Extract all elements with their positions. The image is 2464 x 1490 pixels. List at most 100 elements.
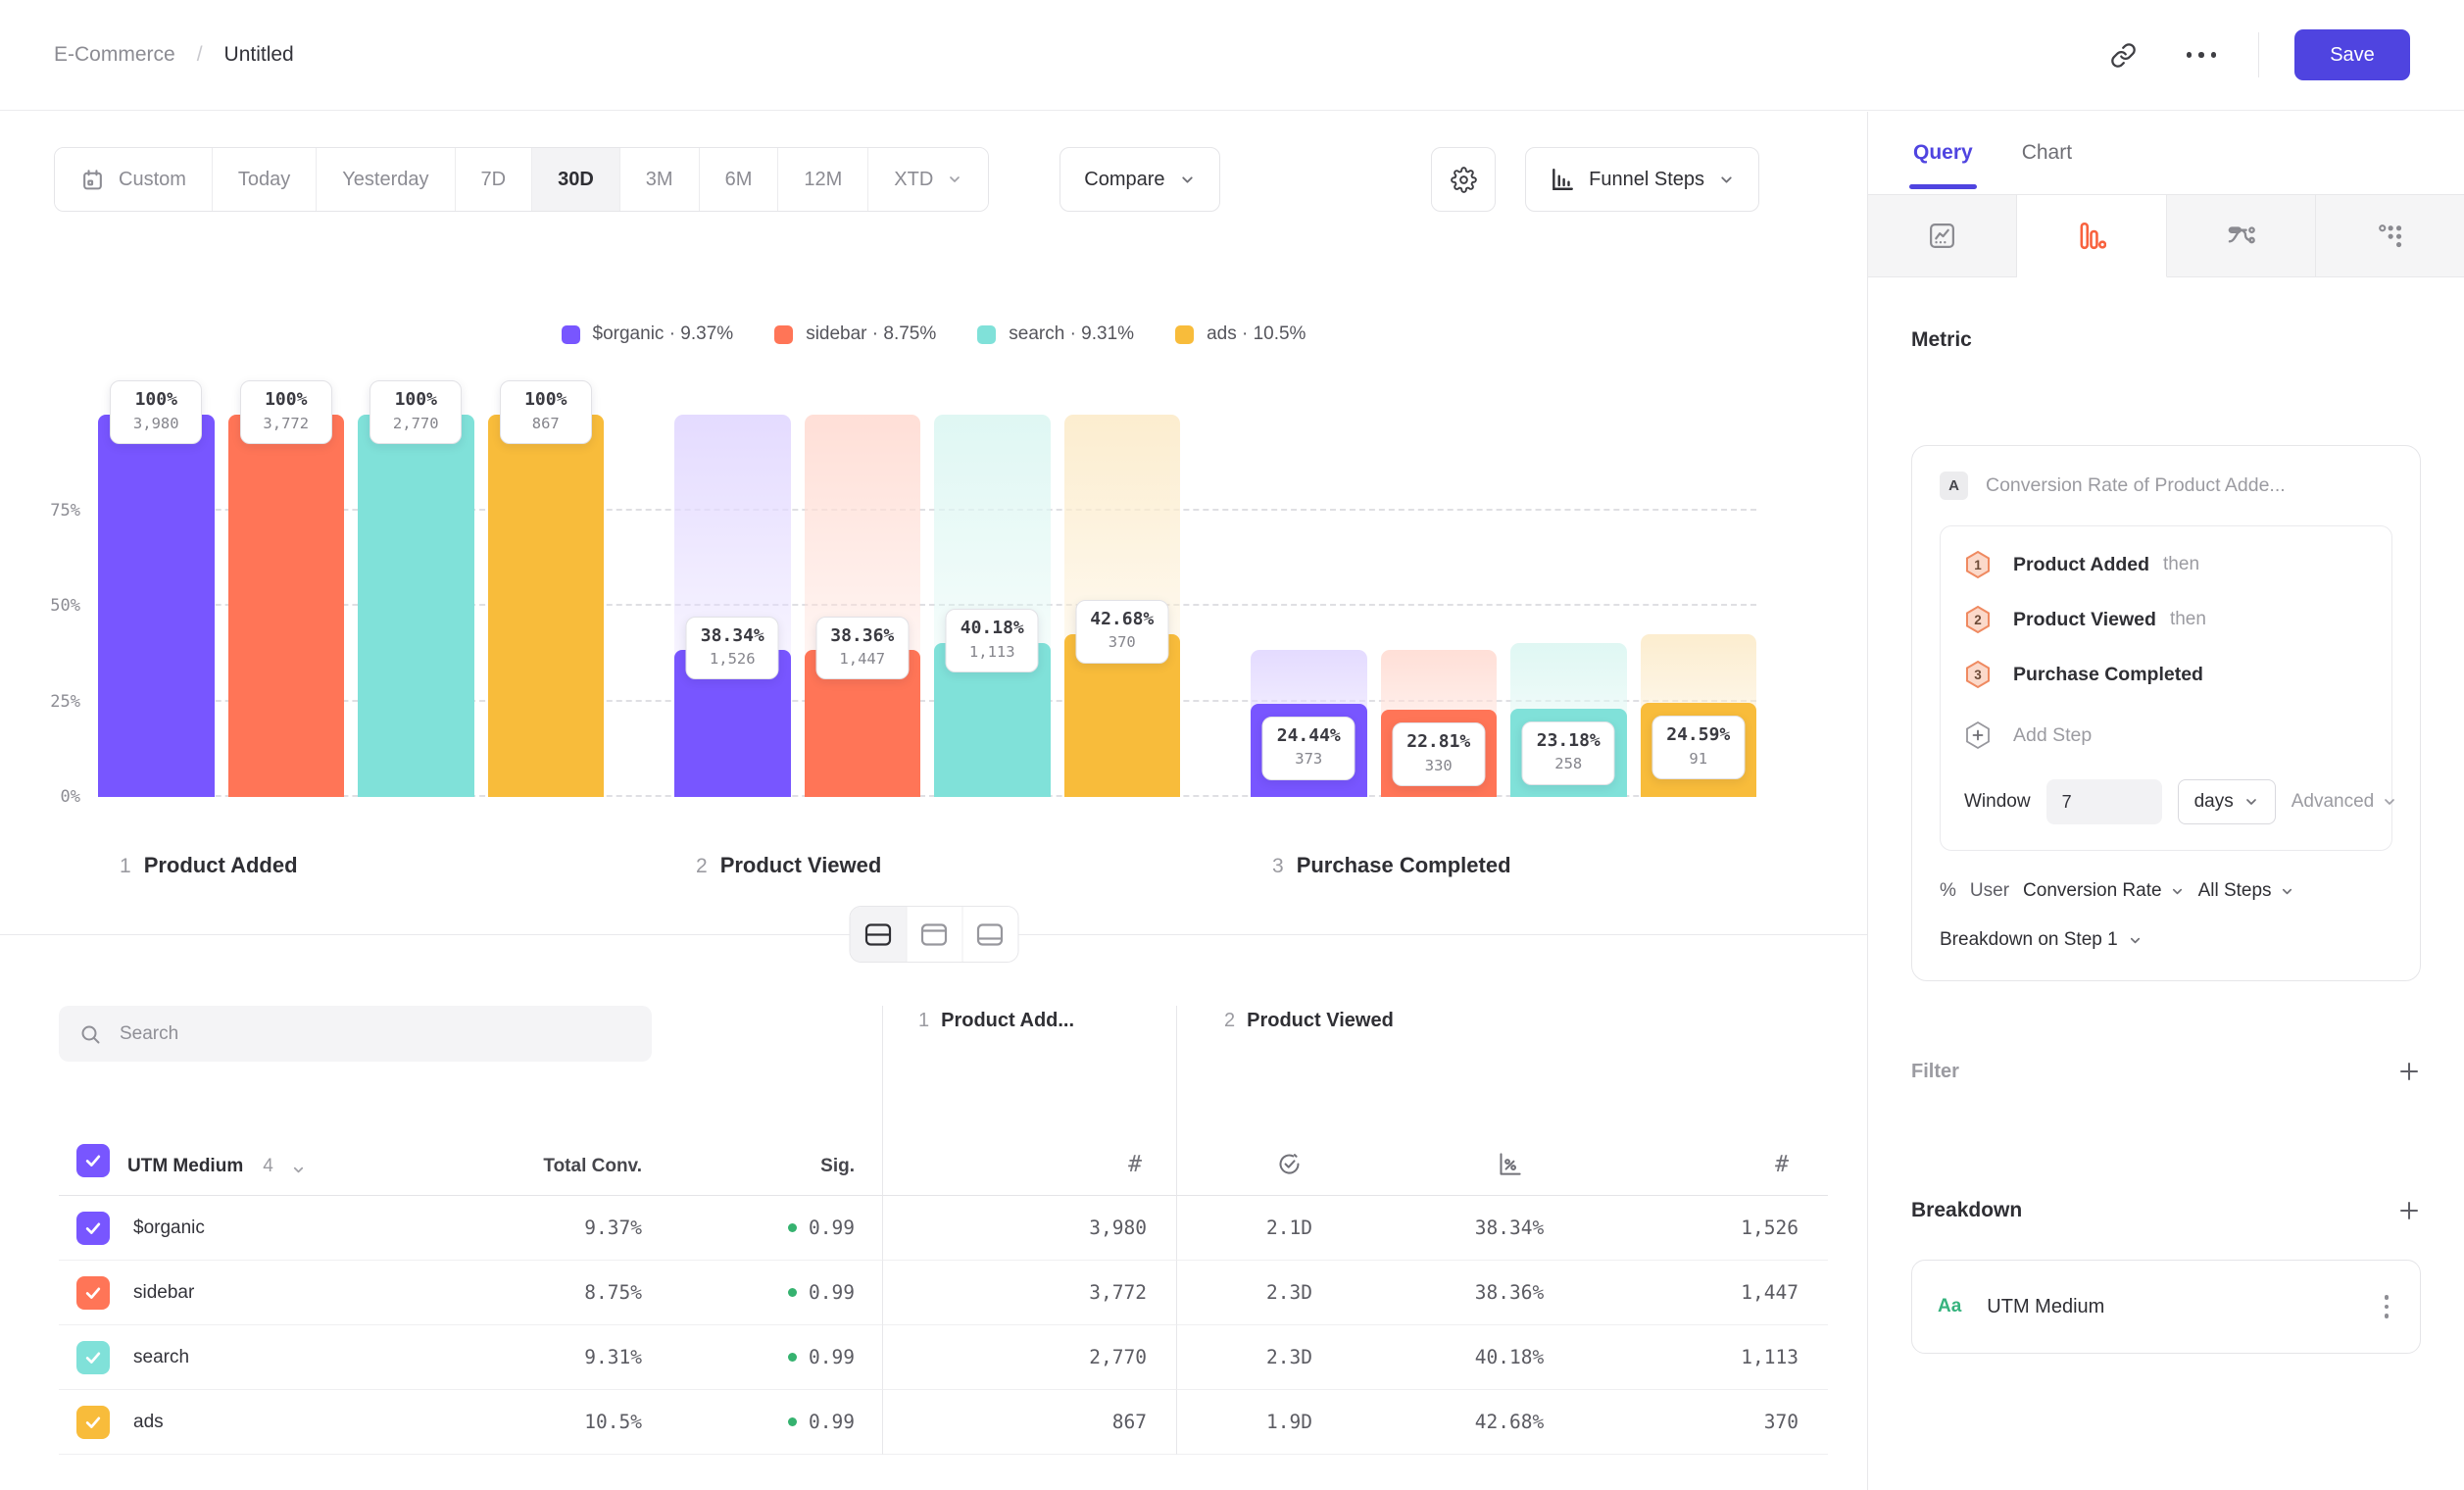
legend-item[interactable]: ads · 10.5% [1175,323,1306,345]
chart-settings-button[interactable] [1431,147,1496,212]
more-menu-button[interactable] [2180,33,2223,76]
gear-icon [1451,167,1477,193]
chart-view-selector[interactable]: Funnel Steps [1525,147,1759,212]
step1-count-header[interactable]: # [882,1078,1176,1196]
legend-item[interactable]: search · 9.31% [977,323,1134,345]
window-unit-select[interactable]: days [2178,779,2276,824]
legend-item[interactable]: sidebar · 8.75% [774,323,936,345]
range-custom[interactable]: Custom [55,148,212,211]
funnels-icon [2076,221,2106,251]
breakdown-column-label[interactable]: UTM Medium [127,1156,243,1177]
funnel-bar-search[interactable]: 100% 2,770 [358,415,474,797]
y-axis-tick: 50% [50,596,80,616]
segment-name[interactable]: search [133,1347,189,1368]
range-12m[interactable]: 12M [777,148,867,211]
bar-percent: 100% [384,389,447,412]
significance-value: 0.99 [676,1196,882,1261]
metric-title-row[interactable]: A Conversion Rate of Product Adde... [1940,472,2392,500]
step-row-3[interactable]: 3 Purchase Completed [1964,660,2368,689]
chevron-down-icon [2382,794,2397,810]
tab-flows[interactable] [2167,195,2316,277]
metric-type-label: Conversion Rate [2023,880,2162,902]
breadcrumb-board[interactable]: E-Commerce [54,43,175,67]
select-all-checkbox[interactable] [76,1144,110,1177]
total-conv-header[interactable]: Total Conv. [480,1078,676,1196]
step2-rate-header[interactable] [1402,1078,1617,1196]
chevron-down-icon [1179,172,1196,188]
legend-item[interactable]: $organic · 9.37% [562,323,734,345]
layout-chart-only-button[interactable] [906,907,961,962]
row-checkbox[interactable] [76,1406,110,1439]
bar-fill [228,415,345,797]
report-title[interactable]: Untitled [224,43,294,67]
add-step-button[interactable]: Add Step [1964,720,2368,750]
funnel-bar-search[interactable]: 23.18% 258 [1510,415,1627,797]
item-menu-button[interactable] [2379,1289,2395,1324]
range-yesterday[interactable]: Yesterday [316,148,454,211]
range-7d[interactable]: 7D [455,148,532,211]
chevron-down-icon[interactable] [291,1163,306,1177]
funnel-bar-organic[interactable]: 38.34% 1,526 [674,415,791,797]
layout-table-only-button[interactable] [961,907,1017,962]
funnel-bar-sidebar[interactable]: 100% 3,772 [228,415,345,797]
step2-count-header[interactable]: # [1617,1078,1828,1196]
step-row-2[interactable]: 2 Product Viewed then [1964,605,2368,634]
range-30d[interactable]: 30D [531,148,619,211]
range-6m[interactable]: 6M [699,148,778,211]
range-today[interactable]: Today [212,148,316,211]
tab-retention[interactable] [2316,195,2464,277]
significance-dot [788,1353,797,1362]
bar-count: 3,772 [255,415,318,433]
chevron-down-icon [1718,172,1735,188]
step2-time-header[interactable] [1176,1078,1402,1196]
funnel-bar-ads[interactable]: 24.59% 91 [1641,415,1757,797]
steps-scope-dropdown[interactable]: All Steps [2198,880,2294,902]
funnel-bar-sidebar[interactable]: 38.36% 1,447 [805,415,921,797]
advanced-toggle[interactable]: Advanced [2292,791,2398,813]
tab-chart[interactable]: Chart [2022,141,2072,165]
bar-label: 22.81% 330 [1392,722,1485,786]
compare-button[interactable]: Compare [1060,147,1219,212]
search-input[interactable] [118,1022,632,1046]
row-checkbox[interactable] [76,1341,110,1374]
segment-name[interactable]: sidebar [133,1282,194,1304]
search-icon [78,1022,102,1046]
funnel-bar-sidebar[interactable]: 22.81% 330 [1381,415,1498,797]
range-label: 6M [725,169,753,191]
window-value-input[interactable] [2046,779,2162,824]
bar-label: 42.68% 370 [1075,600,1168,664]
copy-link-button[interactable] [2101,33,2144,76]
group-step-name: Product Viewed [1247,1010,1394,1032]
bar-percent: 22.81% [1406,731,1470,754]
significance-dot [788,1288,797,1297]
tab-funnels[interactable] [2017,195,2166,277]
table-group-header-step1: 1 Product Add... [882,1006,1176,1078]
row-checkbox[interactable] [76,1276,110,1310]
significance-header[interactable]: Sig. [676,1078,882,1196]
tab-insights[interactable] [1868,195,2017,277]
layout-split-button[interactable] [850,907,906,962]
funnel-bar-ads[interactable]: 42.68% 370 [1064,415,1181,797]
segment-name[interactable]: $organic [133,1217,205,1239]
bar-label: 100% 3,980 [110,380,202,444]
table-group-header-step2: 2 Product Viewed [1176,1006,1828,1078]
range-3m[interactable]: 3M [619,148,699,211]
breakdown-on-step-dropdown[interactable]: Breakdown on Step 1 [1940,929,2392,951]
save-button[interactable]: Save [2294,29,2410,80]
metric-type-dropdown[interactable]: Conversion Rate [2023,880,2185,902]
range-xtd[interactable]: XTD [867,148,988,211]
row-checkbox[interactable] [76,1212,110,1245]
bar-count: 91 [1666,750,1730,769]
funnel-chart-icon [1550,167,1575,192]
breakdown-item[interactable]: Aa UTM Medium [1911,1260,2421,1354]
add-filter-button[interactable] [2397,1060,2421,1083]
funnel-bar-organic[interactable]: 100% 3,980 [98,415,215,797]
funnel-bar-organic[interactable]: 24.44% 373 [1251,415,1367,797]
add-breakdown-button[interactable] [2397,1199,2421,1222]
step-row-1[interactable]: 1 Product Added then [1964,550,2368,579]
tab-query[interactable]: Query [1913,141,1973,165]
funnel-bar-ads[interactable]: 100% 867 [488,415,605,797]
funnel-bar-search[interactable]: 40.18% 1,113 [934,415,1051,797]
segment-name[interactable]: ads [133,1412,164,1433]
step-hexagon-badge: 1 [1964,550,1992,579]
